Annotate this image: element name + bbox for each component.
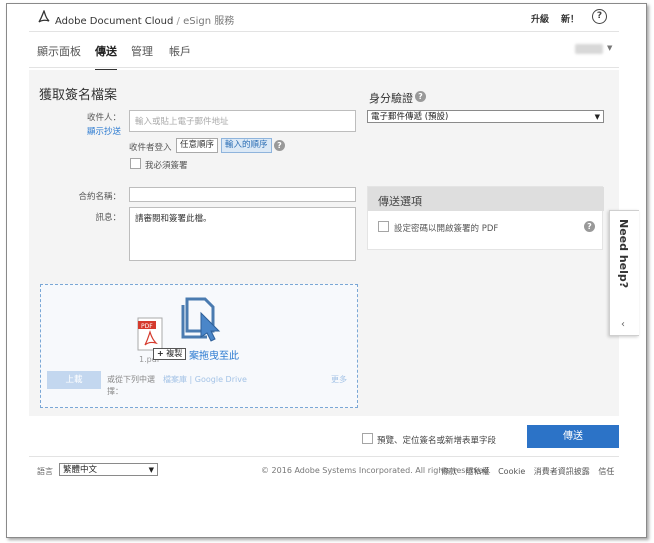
need-help-tab[interactable]: Need help? ‹	[609, 210, 639, 336]
account-name[interactable]	[575, 44, 603, 54]
tab-send[interactable]: 傳送	[95, 43, 117, 72]
chevron-down-icon: ▼	[594, 113, 600, 121]
identity-select[interactable]: 電子郵件傳遞 (預設) ▼	[367, 110, 604, 123]
trust-link[interactable]: 信任	[598, 467, 614, 476]
recipients-label: 收件人：	[86, 113, 121, 123]
identity-title: 身分驗證	[369, 92, 413, 105]
copy-badge: + 複製	[153, 348, 187, 360]
recipients-input[interactable]: 輸入或貼上電子郵件地址	[129, 110, 356, 132]
language-label: 語言	[37, 467, 53, 476]
send-panel: 獲取簽名檔案 收件人： 顯示抄送 輸入或貼上電子郵件地址 收件者登入 任意順序 …	[29, 70, 619, 416]
i-must-sign-label: 我必須簽署	[145, 161, 188, 171]
or-choose-text: 或從下列中選擇：	[107, 375, 155, 396]
order-any-button[interactable]: 任意順序	[176, 138, 219, 153]
upload-button[interactable]: 上載	[47, 371, 101, 389]
password-label: 設定密碼以開啟簽署的 PDF	[394, 224, 499, 234]
chevron-down-icon[interactable]: ▼	[607, 44, 612, 52]
message-textarea[interactable]: 請審閱和簽署此檔。	[129, 207, 356, 261]
language-select[interactable]: 繁體中文 ▼	[59, 463, 158, 476]
top-bar: Adobe Document Cloud / eSign 服務 升級 新！ ?	[29, 4, 619, 32]
drag-files-icon	[181, 297, 221, 342]
app: Adobe Document Cloud / eSign 服務 升級 新！ ? …	[29, 4, 619, 537]
drop-hint: 案拖曳至此	[189, 351, 239, 362]
i-must-sign-checkbox[interactable]	[130, 158, 141, 169]
terms-link[interactable]: 條款	[441, 467, 457, 476]
tab-manage[interactable]: 管理	[131, 43, 153, 59]
show-cc-link[interactable]: 顯示抄送	[87, 125, 121, 137]
signing-order-label: 收件者登入	[129, 143, 172, 153]
send-button[interactable]: 傳送	[527, 425, 619, 448]
page-title: 獲取簽名檔案	[39, 88, 118, 103]
agreement-name-label: 合約名稱：	[78, 192, 121, 202]
help-icon[interactable]: ?	[592, 9, 607, 24]
cookie-link[interactable]: Cookie	[498, 467, 525, 476]
send-options-box: 傳送選項 設定密碼以開啟簽署的 PDF ?	[367, 186, 604, 250]
footer-divider	[29, 456, 619, 457]
privacy-link[interactable]: 隱私權	[466, 467, 490, 476]
order-entered-button[interactable]: 輸入的順序	[221, 138, 272, 153]
footer-links: 條款 隱私權 Cookie 消費者資訊披露 信任	[441, 466, 620, 477]
help-icon[interactable]: ?	[274, 140, 285, 151]
agreement-name-input[interactable]	[129, 187, 356, 202]
password-checkbox[interactable]	[378, 221, 389, 232]
need-help-label: Need help?	[617, 219, 630, 289]
tab-account[interactable]: 帳戶	[169, 43, 191, 59]
chevron-down-icon: ▼	[148, 466, 154, 474]
tab-dashboard[interactable]: 顯示面板	[37, 43, 81, 59]
send-options-title: 傳送選項	[368, 187, 604, 211]
preview-label: 預覽、定位簽名或新增表單字段	[377, 436, 497, 446]
adobe-acrobat-icon	[38, 10, 50, 23]
main-nav: 顯示面板 傳送 管理 帳戶 ▼	[29, 32, 619, 72]
more-link[interactable]: 更多	[331, 374, 347, 385]
consumer-disclosure-link[interactable]: 消費者資訊披露	[534, 467, 590, 476]
svg-text:PDF: PDF	[141, 323, 153, 330]
upgrade-link[interactable]: 升級	[531, 12, 549, 25]
source-links[interactable]: 檔案庫 | Google Drive	[163, 374, 247, 385]
message-label: 訊息：	[95, 213, 121, 223]
plus-icon: +	[157, 349, 164, 358]
whats-new-link[interactable]: 新！	[561, 12, 579, 25]
help-icon[interactable]: ?	[584, 221, 595, 232]
preview-checkbox[interactable]	[362, 433, 373, 444]
help-icon[interactable]: ?	[415, 91, 426, 102]
chevron-left-icon: ‹	[621, 319, 625, 330]
window-frame: Adobe Document Cloud / eSign 服務 升級 新！ ? …	[6, 3, 647, 538]
file-drop-zone[interactable]: PDF 案拖曳至此 1.pdf + 複製 上載 或從下列中選擇： 檔案庫 | G…	[40, 284, 358, 408]
brand-title[interactable]: Adobe Document Cloud / eSign 服務	[55, 12, 234, 27]
